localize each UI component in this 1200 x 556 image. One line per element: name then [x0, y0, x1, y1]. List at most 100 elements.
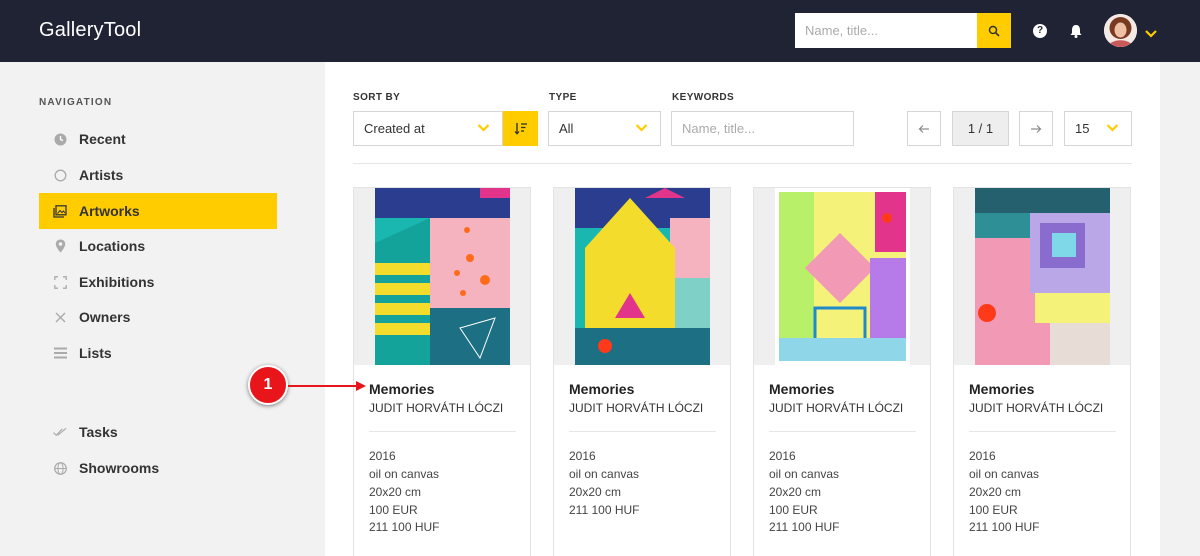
chevron-down-icon	[477, 124, 490, 132]
app-logo[interactable]: GalleryTool	[39, 19, 141, 42]
artwork-medium: oil on canvas	[769, 467, 840, 481]
artwork-price-eur: 100 EUR	[969, 503, 1018, 517]
artwork-price-eur: 100 EUR	[369, 503, 418, 517]
artwork-title: Memories	[569, 381, 635, 397]
sidebar-item-recent[interactable]: Recent	[39, 121, 277, 157]
artwork-price-huf: 211 100 HUF	[969, 520, 1040, 534]
artwork-thumbnail	[554, 188, 730, 365]
sidebar-item-owners[interactable]: Owners	[39, 299, 277, 335]
artwork-year: 2016	[969, 449, 996, 463]
previous-page-button[interactable]	[907, 111, 941, 146]
user-avatar[interactable]	[1104, 14, 1137, 47]
artwork-price-huf: 211 100 HUF	[569, 503, 640, 517]
artwork-size: 20x20 cm	[369, 485, 422, 499]
next-page-button[interactable]	[1019, 111, 1053, 146]
circle-icon	[53, 168, 67, 182]
artwork-artist: JUDIT HORVÁTH LÓCZI	[369, 401, 504, 415]
card-divider	[569, 431, 716, 432]
artwork-card[interactable]: Memories JUDIT HORVÁTH LÓCZI 2016 oil on…	[553, 187, 731, 556]
page-size-select[interactable]: 15	[1064, 111, 1132, 146]
page-size-value: 15	[1075, 121, 1090, 136]
artwork-year: 2016	[769, 449, 796, 463]
artwork-medium: oil on canvas	[369, 467, 440, 481]
top-bar: GalleryTool ?	[0, 0, 1200, 62]
artwork-medium: oil on canvas	[569, 467, 640, 481]
clock-icon	[53, 132, 67, 146]
artwork-thumbnail	[354, 188, 530, 365]
main-panel: SORT BY Created at TYPE All KEYWORDS 1 /…	[325, 62, 1160, 556]
image-icon	[53, 204, 67, 218]
type-value: All	[559, 121, 574, 136]
search-icon	[988, 25, 1000, 37]
artwork-artist: JUDIT HORVÁTH LÓCZI	[569, 401, 704, 415]
artwork-card[interactable]: Memories JUDIT HORVÁTH LÓCZI 2016 oil on…	[953, 187, 1131, 556]
bell-icon	[1070, 25, 1082, 38]
sort-direction-button[interactable]	[503, 111, 538, 146]
sidebar-item-label: Recent	[79, 131, 126, 147]
artwork-title: Memories	[769, 381, 835, 397]
filter-divider	[353, 163, 1132, 164]
artwork-price-eur: 100 EUR	[769, 503, 818, 517]
page-indicator: 1 / 1	[952, 111, 1009, 146]
sidebar: NAVIGATION Recent Artists Artworks Locat…	[0, 62, 300, 556]
type-select[interactable]: All	[548, 111, 661, 146]
keywords-label: KEYWORDS	[672, 92, 735, 103]
frame-icon	[53, 275, 67, 289]
sort-descending-icon	[514, 123, 527, 135]
user-menu-chevron-icon[interactable]	[1144, 26, 1158, 38]
card-divider	[369, 431, 516, 432]
artwork-size: 20x20 cm	[969, 485, 1022, 499]
sort-by-select[interactable]: Created at	[353, 111, 503, 146]
card-divider	[769, 431, 916, 432]
artwork-card[interactable]: Memories JUDIT HORVÁTH LÓCZI 2016 oil on…	[753, 187, 931, 556]
artwork-thumbnail	[754, 188, 930, 365]
artwork-card[interactable]: Memories JUDIT HORVÁTH LÓCZI 2016 oil on…	[353, 187, 531, 556]
avatar-image	[1104, 14, 1137, 47]
double-check-icon	[53, 425, 67, 439]
header-search	[795, 13, 1011, 48]
artwork-artist: JUDIT HORVÁTH LÓCZI	[969, 401, 1104, 415]
keywords-input[interactable]	[671, 111, 854, 146]
nav-heading: NAVIGATION	[39, 97, 113, 108]
map-pin-icon	[53, 239, 67, 253]
artwork-size: 20x20 cm	[569, 485, 622, 499]
sidebar-item-label: Owners	[79, 309, 131, 325]
card-divider	[969, 431, 1116, 432]
sidebar-item-artworks[interactable]: Artworks	[39, 193, 277, 229]
sidebar-item-showrooms[interactable]: Showrooms	[39, 450, 277, 486]
sidebar-item-label: Tasks	[79, 424, 118, 440]
notifications-button[interactable]	[1068, 23, 1084, 39]
sidebar-item-tasks[interactable]: Tasks	[39, 414, 277, 450]
chevron-down-icon	[635, 124, 648, 132]
sidebar-item-label: Showrooms	[79, 460, 160, 476]
help-icon[interactable]: ?	[1033, 24, 1047, 38]
sidebar-item-label: Locations	[79, 238, 146, 254]
header-search-button[interactable]	[977, 13, 1011, 48]
artwork-thumbnail	[954, 188, 1130, 365]
sidebar-item-label: Artists	[79, 167, 124, 183]
chevron-down-icon	[1106, 124, 1119, 132]
sort-by-label: SORT BY	[353, 92, 401, 103]
artwork-medium: oil on canvas	[969, 467, 1040, 481]
header-search-input[interactable]	[795, 13, 977, 48]
artwork-artist: JUDIT HORVÁTH LÓCZI	[769, 401, 904, 415]
sort-by-value: Created at	[364, 121, 425, 136]
annotation-marker: 1	[248, 365, 288, 405]
globe-icon	[53, 461, 67, 475]
sidebar-item-exhibitions[interactable]: Exhibitions	[39, 264, 277, 300]
sidebar-item-lists[interactable]: Lists	[39, 335, 277, 371]
sidebar-item-artists[interactable]: Artists	[39, 157, 277, 193]
artwork-title: Memories	[969, 381, 1035, 397]
artwork-year: 2016	[369, 449, 396, 463]
sidebar-item-label: Exhibitions	[79, 274, 155, 290]
sidebar-item-label: Lists	[79, 345, 112, 361]
sidebar-item-locations[interactable]: Locations	[39, 228, 277, 264]
type-label: TYPE	[549, 92, 577, 103]
artwork-title: Memories	[369, 381, 435, 397]
artwork-year: 2016	[569, 449, 596, 463]
sidebar-item-label: Artworks	[79, 203, 140, 219]
x-icon	[53, 310, 67, 324]
annotation-arrow	[288, 381, 366, 391]
arrow-right-icon	[1031, 124, 1042, 133]
arrow-left-icon	[918, 124, 929, 133]
